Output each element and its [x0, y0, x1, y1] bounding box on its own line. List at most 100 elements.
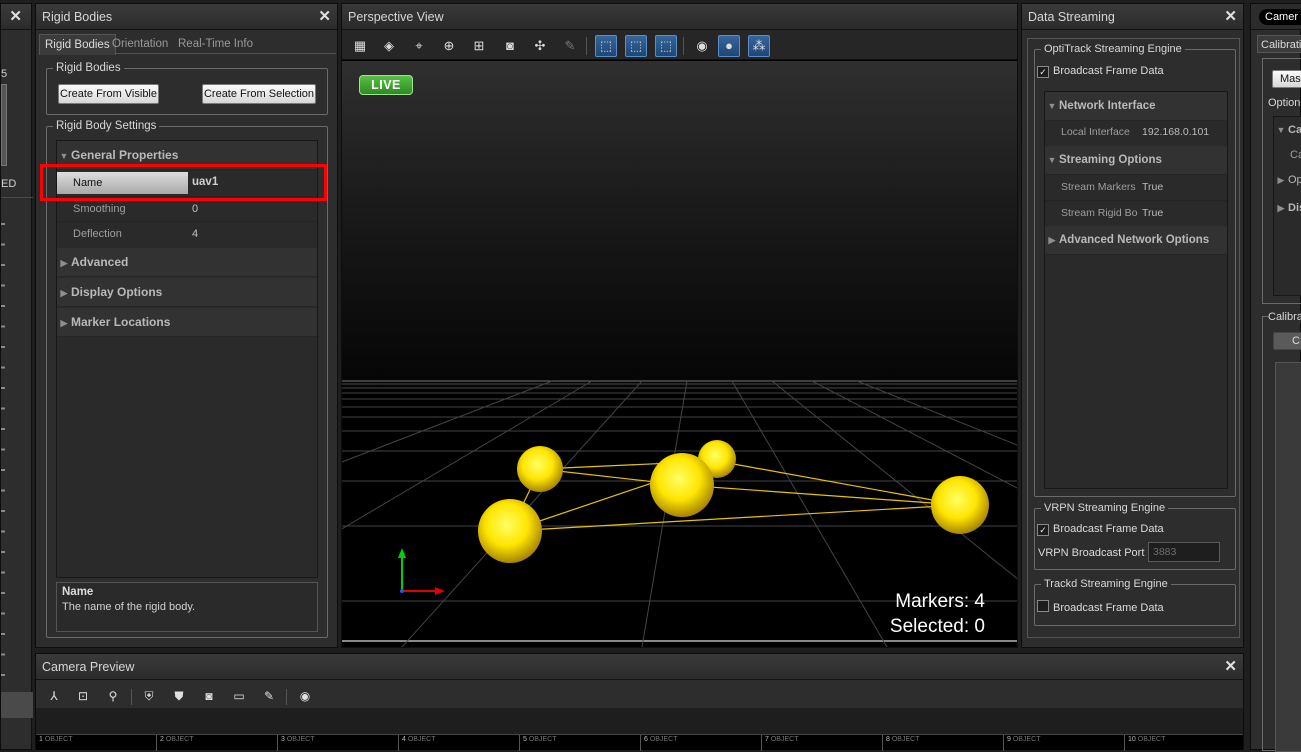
zoom-fit-icon[interactable]: ⌖	[408, 35, 430, 57]
marker-sphere[interactable]	[931, 476, 989, 534]
calibration-panel: Camer Calibrati Mas Option ▼Ca Ca ▶Op ▶D…	[1250, 3, 1301, 752]
select-marker-icon[interactable]: ⬚	[595, 35, 617, 57]
collapsed-triangle-icon: ▶	[60, 288, 68, 298]
camera-thumb-5[interactable]: 5 OBJECT	[520, 735, 641, 751]
zoom-selected-icon[interactable]: ⊕	[438, 35, 460, 57]
mask-button[interactable]: Mas	[1272, 70, 1301, 88]
perspective-view-title: Perspective View	[348, 10, 444, 24]
property-value-deflection[interactable]: 4	[192, 222, 198, 246]
data-streaming-title: Data Streaming	[1028, 10, 1115, 24]
tab-real-time-info[interactable]: Real-Time Info	[173, 34, 258, 54]
pen-icon[interactable]: ✎	[259, 686, 279, 706]
stream-markers-row[interactable]: Stream Markers True	[1045, 175, 1227, 199]
checkbox-check-icon: ✓	[1037, 66, 1049, 78]
zoom-icon[interactable]: ⚲	[103, 686, 123, 706]
advanced-header[interactable]: ▶ Advanced	[57, 248, 317, 277]
network-interface-header[interactable]: ▼ Network Interface	[1045, 92, 1227, 121]
rigid-bodies-group: Rigid Bodies Create From Visible Create …	[46, 61, 328, 115]
rigid-bodies-panel: Rigid Bodies ✕ Rigid Bodies Orientation …	[35, 3, 338, 648]
visibility-eye-icon[interactable]: ◉	[295, 686, 315, 706]
selected-count: Selected: 0	[889, 616, 985, 637]
camera-thumb-3[interactable]: 3 OBJECT	[278, 735, 399, 751]
brush-icon[interactable]: ✎	[559, 35, 581, 57]
skeleton-icon[interactable]: ✣	[529, 35, 551, 57]
marker-sphere[interactable]	[517, 446, 563, 492]
toolbar-divider	[131, 689, 132, 705]
close-icon[interactable]: ✕	[1224, 4, 1237, 30]
close-icon[interactable]: ✕	[9, 4, 22, 30]
data-streaming-body: OptiTrack Streaming Engine ✓ Broadcast Fr…	[1027, 38, 1240, 638]
frame-icon[interactable]: ▭	[229, 686, 249, 706]
marker-group-icon[interactable]: ⁂	[748, 35, 770, 57]
marker-sphere[interactable]	[650, 453, 714, 517]
calibrate-button[interactable]: C	[1273, 332, 1301, 350]
display-options-header[interactable]: ▶ Display Options	[57, 278, 317, 307]
camera-thumb-10[interactable]: 10 OBJECT	[1125, 735, 1243, 751]
checkbox-check-icon: ✓	[1037, 524, 1049, 536]
expanded-triangle-icon: ▼	[1047, 101, 1057, 111]
close-icon[interactable]: ✕	[1224, 654, 1237, 680]
vrpn-broadcast-checkbox[interactable]: ✓ Broadcast Frame Data	[1037, 523, 1164, 536]
marker-connections	[509, 460, 961, 532]
tab-cameras[interactable]: Camer	[1259, 9, 1301, 25]
camera-thumb-7[interactable]: 7 OBJECT	[762, 735, 883, 751]
collapsed-triangle-icon: ▶	[1277, 175, 1285, 185]
stream-rigid-bodies-row[interactable]: Stream Rigid Bo True	[1045, 200, 1227, 225]
vrpn-title: VRPN Streaming Engine	[1041, 501, 1169, 515]
tree-item-header[interactable]: ▼ Ca	[1274, 121, 1301, 139]
vrpn-port-input[interactable]: 3883	[1148, 542, 1220, 562]
camera-thumb-6[interactable]: 6 OBJECT	[641, 735, 762, 751]
camera-thumb-2[interactable]: 2 OBJECT	[157, 735, 278, 751]
stream-markers-label: Stream Markers	[1061, 181, 1136, 193]
left-partial-slider[interactable]	[1, 84, 7, 166]
zoom-fit-icon[interactable]: ⊡	[73, 686, 93, 706]
axis-icon[interactable]: ⅄	[44, 686, 64, 706]
tree-item-options[interactable]: ▶ Op	[1274, 174, 1301, 186]
camera-strip-area	[36, 708, 1243, 735]
tab-rigid-bodies[interactable]: Rigid Bodies	[39, 34, 116, 55]
tab-orientation[interactable]: Orientation	[107, 34, 173, 54]
stream-rigid-bodies-value[interactable]: True	[1142, 201, 1163, 225]
tab-calibration[interactable]: Calibrati	[1257, 35, 1301, 53]
camera-snapshot-icon[interactable]: ◙	[499, 35, 521, 57]
expanded-triangle-icon: ▼	[1276, 125, 1286, 135]
close-icon[interactable]: ✕	[318, 4, 331, 30]
streaming-options-header[interactable]: ▼ Streaming Options	[1045, 146, 1227, 175]
mask-remove-icon[interactable]: ⛊	[169, 686, 189, 706]
tree-item[interactable]: Ca	[1290, 149, 1301, 161]
local-interface-row[interactable]: Local Interface 192.168.0.101	[1045, 120, 1227, 144]
cube-view-icon[interactable]: ◈	[378, 35, 400, 57]
camera-thumb-8[interactable]: 8 OBJECT	[883, 735, 1004, 751]
select-camera-icon[interactable]: ⬚	[625, 35, 647, 57]
visibility-eye-icon[interactable]: ◉	[691, 35, 713, 57]
property-label-deflection: Deflection	[73, 228, 122, 240]
tree-item-display[interactable]: ▶Dis	[1274, 202, 1301, 214]
property-row-deflection[interactable]: Deflection 4	[57, 221, 317, 246]
local-interface-value[interactable]: 192.168.0.101	[1142, 120, 1209, 144]
camera-preview-toolbar: ⅄ ⊡ ⚲ ⛨ ⛊ ◙ ▭ ✎ ◉	[36, 680, 1243, 708]
camera-icon[interactable]: ◙	[199, 686, 219, 706]
live-badge[interactable]: LIVE	[359, 75, 413, 95]
zoom-all-icon[interactable]: ⊞	[468, 35, 490, 57]
camera-thumb-9[interactable]: 9 OBJECT	[1004, 735, 1125, 751]
viewport-3d[interactable]: LIVE Markers: 4 Selected: 0	[342, 61, 1017, 647]
advanced-network-options-header[interactable]: ▶ Advanced Network Options	[1045, 226, 1227, 255]
trackd-broadcast-checkbox[interactable]: Broadcast Frame Data	[1037, 600, 1164, 614]
create-from-visible-button[interactable]: Create From Visible	[58, 84, 159, 104]
toolbar-divider	[286, 689, 287, 705]
axis-gizmo	[398, 548, 445, 595]
grid-layout-icon[interactable]: ▦	[349, 35, 371, 57]
marker-locations-header[interactable]: ▶ Marker Locations	[57, 308, 317, 337]
marker-sphere[interactable]	[478, 499, 542, 563]
calibrate-group: Calibra C	[1262, 311, 1301, 752]
marker-visibility-icon[interactable]: ●	[718, 35, 740, 57]
camera-thumb-1[interactable]: 1 OBJECT	[36, 735, 157, 751]
create-from-selection-button[interactable]: Create From Selection	[202, 84, 316, 104]
stream-markers-value[interactable]: True	[1142, 175, 1163, 199]
collapsed-triangle-icon: ▶	[60, 318, 68, 328]
left-partial-footer	[1, 692, 33, 718]
camera-thumb-4[interactable]: 4 OBJECT	[399, 735, 520, 751]
mask-add-icon[interactable]: ⛨	[139, 686, 159, 706]
select-rigid-body-icon[interactable]: ⬚	[655, 35, 677, 57]
optitrack-broadcast-checkbox[interactable]: ✓ Broadcast Frame Data	[1037, 65, 1164, 78]
